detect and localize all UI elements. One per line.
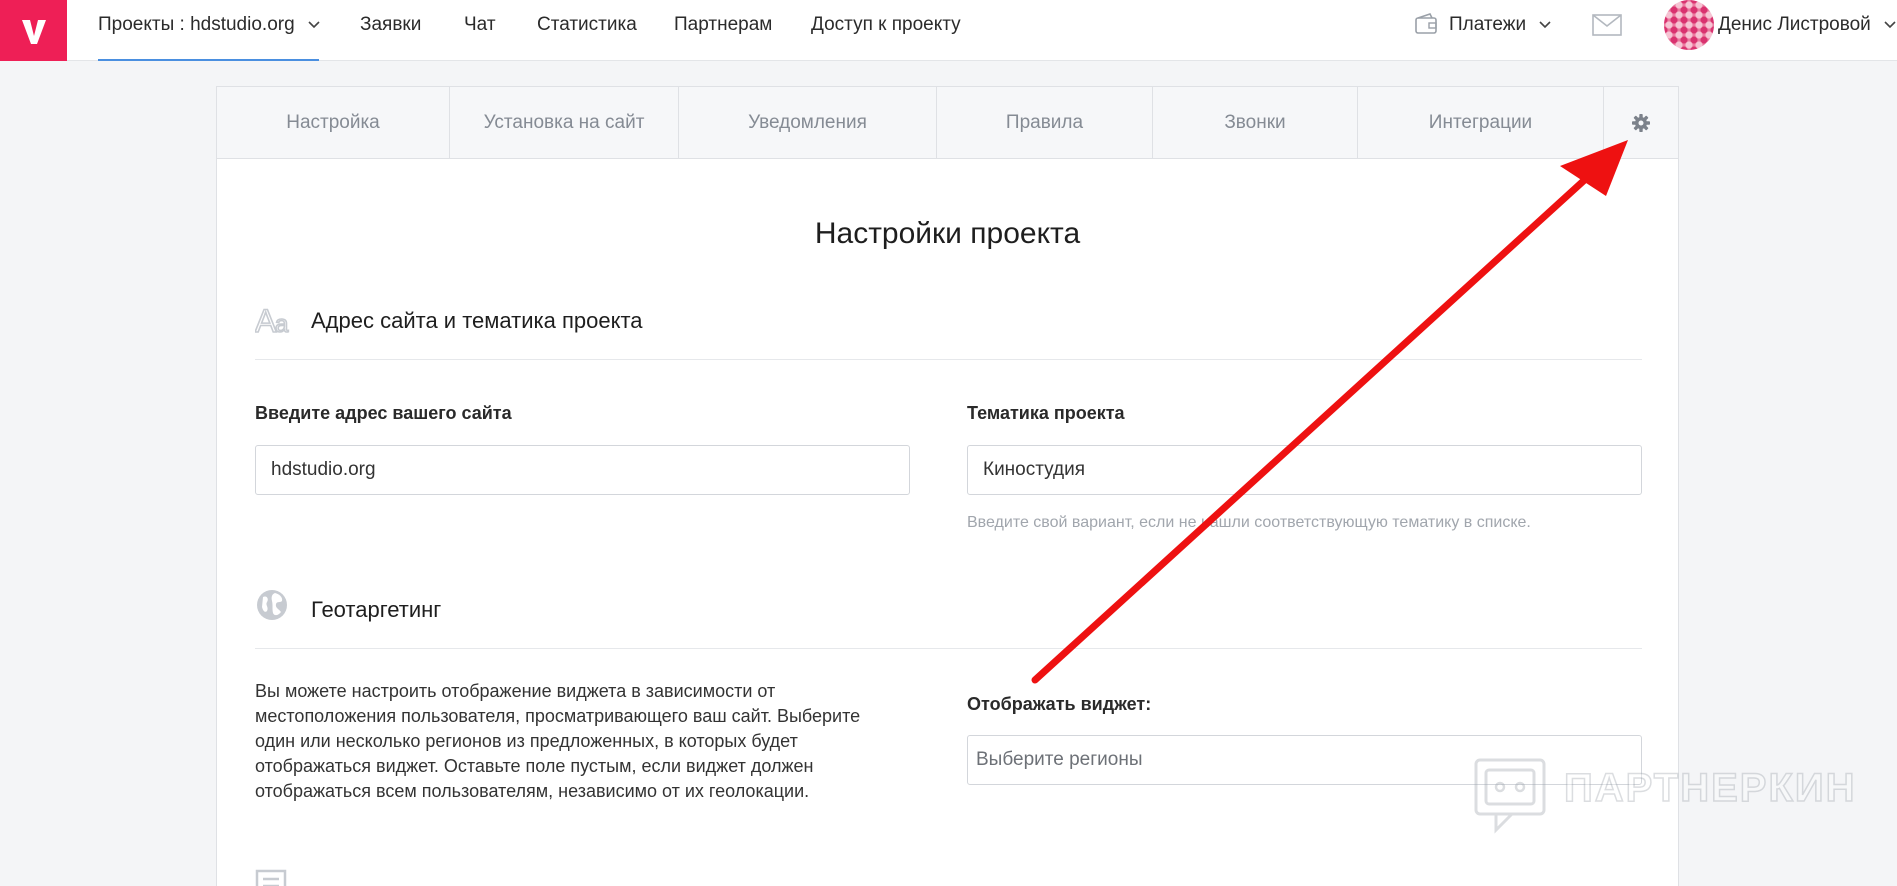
chevron-down-icon bbox=[1884, 21, 1896, 29]
section-site-title: Адрес сайта и тематика проекта bbox=[311, 308, 643, 333]
site-address-input[interactable] bbox=[255, 445, 910, 495]
user-menu[interactable]: Денис Листровой bbox=[1718, 0, 1896, 61]
svg-text:a: a bbox=[275, 311, 289, 338]
document-icon bbox=[255, 869, 287, 886]
project-topic-label: Тематика проекта bbox=[967, 403, 1125, 423]
gear-icon bbox=[1632, 113, 1650, 132]
watermark: ПАРТНЕРКИН bbox=[1472, 756, 1855, 836]
nav-project-access[interactable]: Доступ к проекту bbox=[811, 0, 961, 61]
font-aa-icon: A a bbox=[255, 302, 290, 340]
top-bar: Проекты : hdstudio.org Заявки Чат Статис… bbox=[0, 0, 1897, 61]
show-widget-label: Отображать виджет: bbox=[967, 694, 1152, 714]
settings-card: Настройка Установка на сайт Уведомления … bbox=[216, 86, 1679, 886]
mail-icon[interactable] bbox=[1592, 14, 1622, 36]
nav-partners[interactable]: Партнерам bbox=[674, 0, 772, 61]
tab-calls[interactable]: Звонки bbox=[1153, 87, 1358, 158]
nav-requests[interactable]: Заявки bbox=[360, 0, 421, 61]
globe-icon bbox=[257, 590, 287, 620]
tab-install[interactable]: Установка на сайт bbox=[450, 87, 679, 158]
svg-text:A: A bbox=[255, 303, 277, 339]
tab-rules[interactable]: Правила bbox=[937, 87, 1153, 158]
section-geo-title: Геотаргетинг bbox=[311, 597, 442, 622]
watermark-logo-icon bbox=[1474, 758, 1546, 834]
site-address-label: Введите адрес вашего сайта bbox=[255, 403, 512, 423]
payments-menu[interactable]: Платежи bbox=[1449, 0, 1551, 61]
watermark-text: ПАРТНЕРКИН bbox=[1563, 765, 1857, 811]
chevron-down-icon bbox=[308, 21, 320, 29]
payments-label: Платежи bbox=[1449, 14, 1527, 35]
page-title: Настройки проекта bbox=[814, 217, 1081, 250]
user-name: Денис Листровой bbox=[1718, 14, 1871, 35]
avatar[interactable] bbox=[1664, 0, 1714, 50]
logo-v-icon bbox=[21, 19, 46, 44]
project-topic-hint: Введите свой вариант, если не нашли соот… bbox=[967, 514, 1531, 531]
section-site-header: A a Адрес сайта и тематика проекта bbox=[255, 300, 1642, 360]
settings-tabs: Настройка Установка на сайт Уведомления … bbox=[217, 87, 1678, 159]
nav-projects[interactable]: Проекты : hdstudio.org bbox=[98, 0, 320, 61]
project-topic-input[interactable] bbox=[967, 445, 1642, 495]
tab-setup[interactable]: Настройка bbox=[217, 87, 450, 158]
section-geo-header: Геотаргетинг bbox=[255, 589, 1642, 649]
nav-projects-label: Проекты : hdstudio.org bbox=[98, 14, 295, 35]
nav-statistics[interactable]: Статистика bbox=[537, 0, 637, 61]
tab-project-settings[interactable] bbox=[1604, 87, 1678, 158]
chevron-down-icon bbox=[1539, 21, 1551, 29]
wallet-icon bbox=[1415, 13, 1437, 34]
logo[interactable] bbox=[0, 0, 67, 61]
geo-description: Вы можете настроить отображение виджета … bbox=[255, 681, 861, 801]
tab-integrations[interactable]: Интеграции bbox=[1358, 87, 1604, 158]
tab-notifications[interactable]: Уведомления bbox=[679, 87, 937, 158]
nav-chat[interactable]: Чат bbox=[464, 0, 496, 61]
